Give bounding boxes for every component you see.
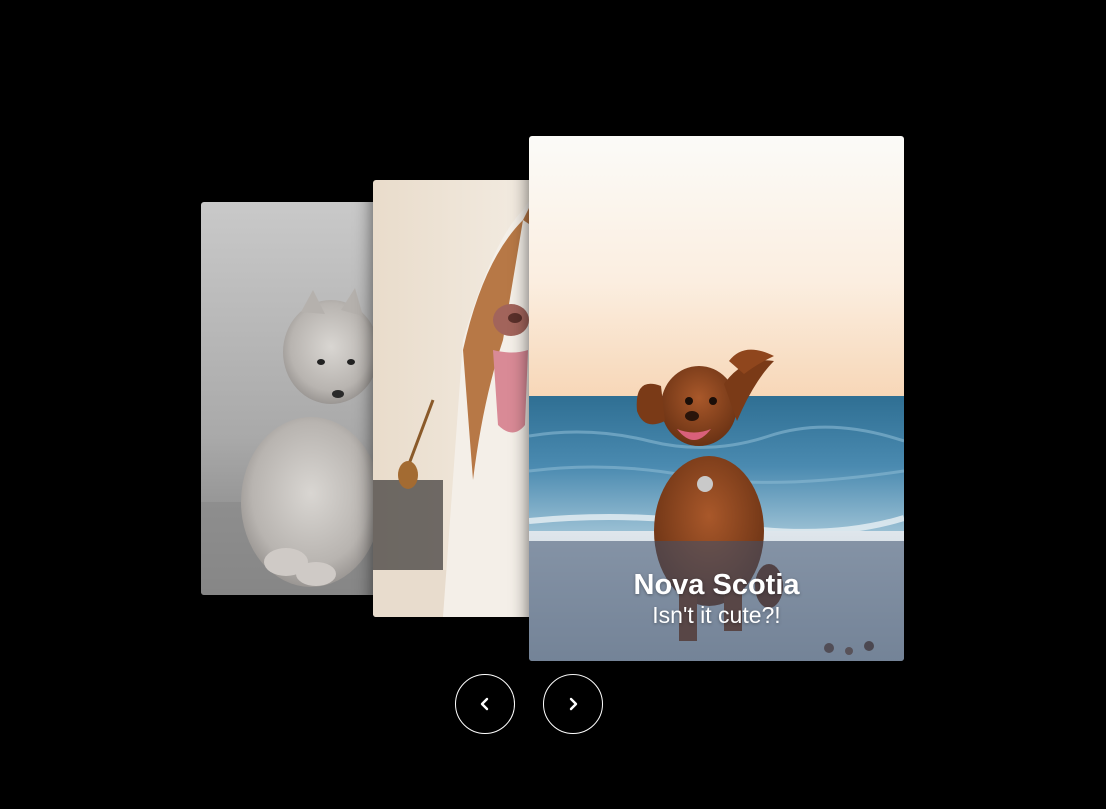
chevron-left-icon [480, 697, 489, 711]
next-slide-button[interactable] [543, 674, 603, 734]
carousel: Nova Scotia Isn't it cute?! [0, 0, 1106, 809]
slide-caption: Nova Scotia Isn't it cute?! [529, 541, 904, 661]
slide-subtitle: Isn't it cute?! [652, 602, 781, 628]
previous-slide-button[interactable] [455, 674, 515, 734]
chevron-right-icon [569, 697, 578, 711]
slide-title: Nova Scotia [633, 569, 800, 601]
slide-card-nova-scotia[interactable]: Nova Scotia Isn't it cute?! [529, 136, 904, 661]
